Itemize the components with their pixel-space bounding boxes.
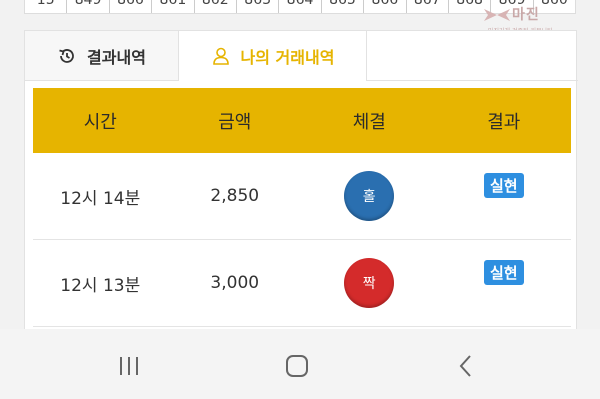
trades-table: 시간 금액 체결 결과 12시 14분 2,850 홀 실현 12시 13분 3… (33, 88, 571, 327)
number-cell: 866 (110, 0, 153, 13)
cell-result: 실현 (437, 172, 572, 198)
number-cell: 863 (237, 0, 280, 13)
number-cell: 15 (25, 0, 68, 13)
number-cell: 861 (152, 0, 195, 13)
table-header: 시간 금액 체결 결과 (33, 88, 571, 153)
cell-amount: 2,850 (210, 186, 260, 206)
cell-pick: 홀 (302, 171, 437, 221)
header-amount: 금액 (218, 111, 252, 133)
number-cell: 862 (195, 0, 237, 13)
back-icon (459, 355, 471, 377)
number-cell: 864 (279, 0, 322, 13)
number-cell: 867 (407, 0, 449, 13)
tab-label: 결과내역 (87, 47, 146, 67)
number-cell: 865 (322, 0, 365, 13)
table-row: 12시 14분 2,850 홀 실현 (33, 153, 571, 240)
number-cell: 849 (67, 0, 110, 13)
recent-apps-button[interactable] (109, 349, 149, 383)
screen: 15 849 866 861 862 863 864 865 866 867 8… (0, 0, 600, 399)
tab-label: 나의 거래내역 (240, 48, 335, 67)
table-row: 12시 13분 3,000 짝 실현 (33, 240, 571, 327)
back-button[interactable] (446, 349, 486, 383)
tab-results[interactable]: 결과내역 (25, 31, 179, 81)
android-nav-bar (0, 329, 600, 399)
history-card: 결과내역 나의 거래내역 시간 금액 체결 결과 12시 14분 2,850 홀… (24, 30, 578, 330)
even-ball: 짝 (344, 258, 395, 308)
user-icon (211, 46, 231, 66)
result-badge: 실현 (483, 259, 524, 285)
cell-time: 12시 13분 (60, 275, 141, 296)
home-icon (286, 355, 308, 377)
cell-amount: 3,000 (210, 273, 260, 293)
home-button[interactable] (277, 349, 317, 383)
tab-my-trades[interactable]: 나의 거래내역 (179, 31, 367, 81)
tab-bar: 결과내역 나의 거래내역 (25, 31, 578, 81)
result-badge: 실현 (483, 172, 524, 198)
history-icon (57, 46, 77, 66)
header-result: 결과 (487, 111, 521, 133)
watermark-logo: 마진 (482, 4, 540, 24)
header-pick: 체결 (352, 111, 386, 133)
cell-pick: 짝 (302, 258, 437, 308)
wings-icon (484, 9, 510, 21)
header-time: 시간 (83, 111, 117, 133)
cell-result: 실현 (437, 259, 572, 285)
tab-bar-spacer (367, 31, 578, 81)
number-cell: 866 (364, 0, 407, 13)
recent-apps-icon (120, 357, 138, 375)
cell-time: 12시 14분 (60, 188, 141, 209)
odd-ball: 홀 (344, 171, 395, 221)
